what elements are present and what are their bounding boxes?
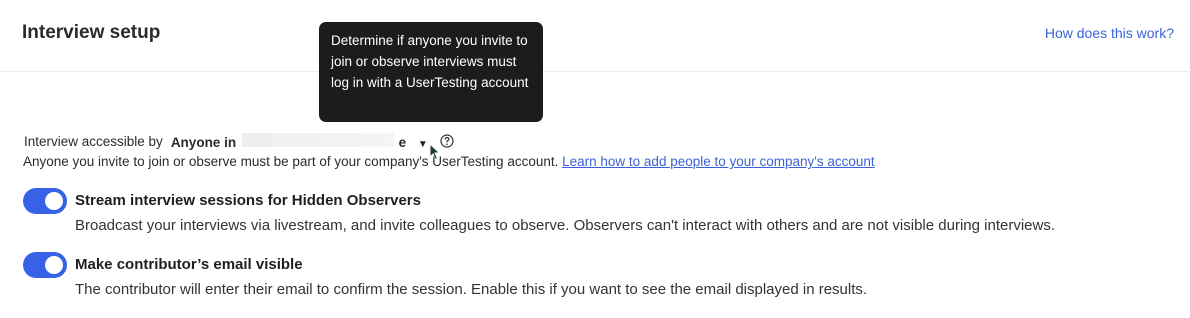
contributor-email-title: Make contributor’s email visible bbox=[75, 256, 303, 273]
question-circle-icon[interactable] bbox=[440, 134, 454, 148]
toggle-knob bbox=[45, 256, 63, 274]
access-description-text: Anyone you invite to join or observe mus… bbox=[23, 154, 559, 169]
access-label: Interview accessible by bbox=[24, 133, 163, 149]
access-value-prefix: Anyone in bbox=[170, 134, 237, 150]
caret-down-icon: ▼ bbox=[417, 138, 428, 150]
access-info-tooltip: Determine if anyone you invite to join o… bbox=[319, 22, 543, 122]
access-setting-row: Interview accessible by Anyone in e ▼ bbox=[24, 131, 454, 151]
redacted-company-name bbox=[241, 132, 394, 147]
contributor-email-description: The contributor will enter their email t… bbox=[75, 281, 868, 298]
page-title: Interview setup bbox=[22, 22, 161, 43]
how-does-this-work-link[interactable]: How does this work? bbox=[1045, 25, 1174, 41]
hidden-observers-description: Broadcast your interviews via livestream… bbox=[75, 217, 1055, 234]
access-value-suffix: e bbox=[398, 134, 407, 150]
access-description: Anyone you invite to join or observe mus… bbox=[23, 154, 875, 169]
access-dropdown[interactable]: Anyone in e ▼ bbox=[170, 132, 428, 150]
hidden-observers-title: Stream interview sessions for Hidden Obs… bbox=[75, 192, 421, 209]
add-people-link[interactable]: Learn how to add people to your company'… bbox=[562, 154, 875, 169]
toggle-knob bbox=[45, 192, 63, 210]
hidden-observers-toggle[interactable] bbox=[23, 188, 67, 214]
page-header: Interview setup How does this work? bbox=[0, 0, 1190, 72]
contributor-email-toggle[interactable] bbox=[23, 252, 67, 278]
